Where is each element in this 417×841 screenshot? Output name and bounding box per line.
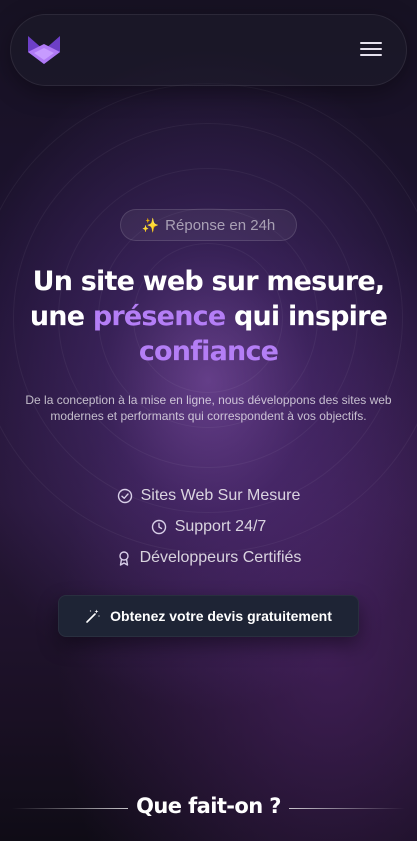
navbar xyxy=(10,14,407,86)
feature-label: Développeurs Certifiés xyxy=(139,548,302,566)
check-circle-icon xyxy=(117,488,132,503)
sparkles-icon: ✨ xyxy=(141,216,160,233)
feature-list: Sites Web Sur Mesure Support 24/7 Dévelo… xyxy=(0,480,417,573)
headline-accent-confiance: confiance xyxy=(138,336,279,367)
hamburger-menu-icon[interactable] xyxy=(360,39,382,61)
headline-line-2-suffix: qui inspire xyxy=(225,301,388,332)
feature-item: Développeurs Certifiés xyxy=(0,542,417,573)
headline-line-2-prefix: une xyxy=(29,301,93,332)
hero-headline: Un site web sur mesure, une présence qui… xyxy=(0,264,417,369)
clock-icon xyxy=(151,519,166,534)
badge-text: Réponse en 24h xyxy=(165,216,276,234)
cta-label: Obtenez votre devis gratuitement xyxy=(110,608,332,624)
feature-item: Support 24/7 xyxy=(0,511,417,542)
section-title: Que fait-on ? xyxy=(136,794,281,818)
feature-label: Sites Web Sur Mesure xyxy=(140,486,301,504)
feature-label: Support 24/7 xyxy=(174,517,267,535)
section-header: Que fait-on ? xyxy=(0,794,417,822)
award-icon xyxy=(118,550,129,566)
response-time-badge: ✨ Réponse en 24h xyxy=(120,209,297,241)
get-quote-button[interactable]: Obtenez votre devis gratuitement xyxy=(58,595,359,637)
feature-item: Sites Web Sur Mesure xyxy=(0,480,417,511)
divider xyxy=(289,808,405,809)
hero-description: De la conception à la mise en ligne, nou… xyxy=(25,393,392,423)
headline-accent-presence: présence xyxy=(92,301,226,332)
magic-wand-icon xyxy=(86,609,101,623)
headline-line-1: Un site web sur mesure, xyxy=(32,266,386,297)
fox-logo-icon[interactable] xyxy=(27,34,61,66)
